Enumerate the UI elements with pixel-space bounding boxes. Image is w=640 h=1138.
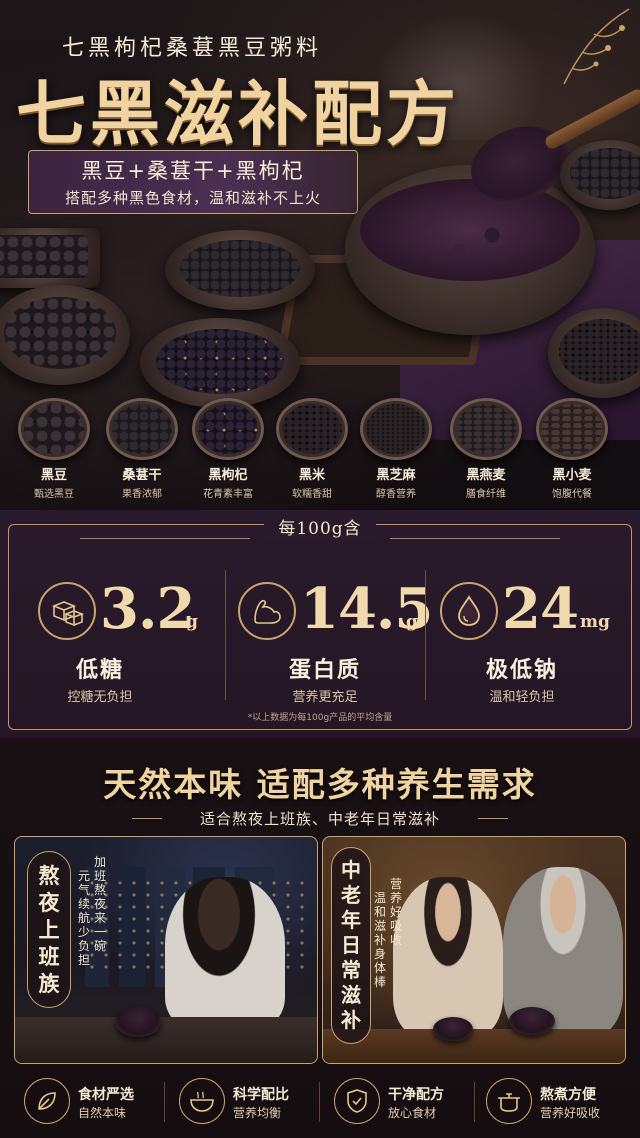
feature-title: 食材严选 [78, 1087, 134, 1103]
pot-icon [486, 1078, 532, 1124]
congee-bowl-small [509, 1007, 555, 1035]
black-bean-icon [18, 398, 90, 460]
black-bean-bowl [0, 285, 130, 385]
ingredient-black-oat: 黑燕麦 膳食纤维 [448, 398, 524, 500]
scene-section: 天然本味 适配多种养生需求 适合熬夜上班族、中老年日常滋补 熬夜上班族 加班熬夜… [0, 738, 640, 1138]
desk [15, 1017, 317, 1063]
feature-ratio: 科学配比 营养均衡 [169, 1072, 319, 1132]
stat-label: 低糖 [75, 657, 124, 683]
scene-title: 天然本味 适配多种养生需求 [103, 765, 537, 804]
office-slogan-col2: 元气续航少负担 [77, 869, 90, 967]
tag-office-worker: 熬夜上班族 [27, 851, 71, 1008]
stat-value: 24 [502, 576, 579, 642]
ingredient-name: 黑芝麻 [376, 468, 416, 483]
bowl-icon [179, 1078, 225, 1124]
stat-sodium: 24 mg 极低钠 温和轻负担 [432, 576, 632, 716]
stat-unit: g [186, 612, 198, 632]
ingredient-black-rice: 黑米 软糯香甜 [274, 398, 350, 500]
main-title: 七黑滋补配方 [16, 72, 460, 155]
ingredient-name: 黑豆 [40, 468, 67, 483]
office-slogan-col1: 加班熬夜来一碗 [93, 855, 106, 953]
elderly-slogan-col1: 营养好吸收 [389, 877, 402, 947]
feature-clean: 干净配方 放心食材 [324, 1072, 474, 1132]
ingredient-black-bean: 黑豆 甄选黑豆 [16, 398, 92, 500]
ingredient-name: 黑燕麦 [466, 468, 506, 483]
feature-sub: 放心食材 [388, 1106, 437, 1120]
congee-bowl [345, 165, 595, 335]
stat-sub: 控糖无负担 [67, 690, 133, 705]
black-sesame-icon [360, 398, 432, 460]
black-rice-icon [276, 398, 348, 460]
nutrition-title: 每100g含 [264, 514, 376, 539]
ingredient-black-goji: 黑枸杞 花青素丰富 [190, 398, 266, 500]
feature-sub: 营养好吸收 [540, 1106, 601, 1120]
ingredient-name: 黑小麦 [552, 468, 592, 483]
feature-divider [319, 1082, 320, 1122]
scene-elderly: 中老年日常滋补 营养好吸收 温和滋补身体棒 [322, 836, 626, 1064]
stat-unit: mg [580, 612, 610, 632]
stat-sub: 营养更充足 [292, 690, 358, 705]
congee-bowl-small [115, 1007, 161, 1037]
ingredient-desc: 花青素丰富 [203, 489, 253, 500]
ingredient-desc: 饱腹代餐 [552, 489, 592, 500]
feature-sub: 自然本味 [78, 1106, 127, 1120]
feature-title: 干净配方 [388, 1087, 444, 1103]
woman-figure [165, 877, 285, 1027]
mulberry-icon [106, 398, 178, 460]
stat-value: 14.5 [300, 576, 433, 642]
feature-title: 熬煮方便 [540, 1087, 596, 1103]
mulberry-bowl [165, 230, 315, 310]
hero-section: 七黑枸杞桑葚黑豆粥料 七黑滋补配方 黑豆+桑葚干+黑枸杞 搭配多种黑色食材，温和… [0, 0, 640, 510]
ingredient-black-wheat: 黑小麦 饱腹代餐 [534, 398, 610, 500]
stat-protein: 14.5 g 蛋白质 营养更充足 [230, 576, 433, 716]
elderly-slogan-col2: 温和滋补身体棒 [373, 891, 386, 989]
ingredient-desc: 软糯香甜 [292, 489, 332, 500]
black-oat-icon [450, 398, 522, 460]
stat-sugar: 3.2 g 低糖 控糖无负担 [30, 576, 230, 716]
stat-label: 蛋白质 [288, 657, 361, 683]
leaf-icon [24, 1078, 70, 1124]
black-goji-icon [192, 398, 264, 460]
black-wheat-icon [536, 398, 608, 460]
feature-divider [474, 1082, 475, 1122]
stat-label: 极低钠 [485, 657, 558, 683]
dining-table [323, 1029, 625, 1063]
ingredient-desc: 醇香营养 [376, 489, 416, 500]
shield-check-icon [334, 1078, 380, 1124]
berry-plate-right [560, 140, 640, 210]
ingredient-name: 黑米 [298, 468, 325, 483]
feature-sub: 营养均衡 [233, 1106, 282, 1120]
feature-ingredients: 食材严选 自然本味 [14, 1072, 164, 1132]
nutrition-note: *以上数据为每100g产品的平均含量 [247, 713, 393, 723]
ingredient-mulberry: 桑葚干 果香浓郁 [104, 398, 180, 500]
tag-elderly: 中老年日常滋补 [331, 847, 371, 1044]
elderly-woman-figure [393, 877, 503, 1037]
feature-easy-cook: 熬煮方便 营养好吸收 [476, 1072, 626, 1132]
ingredient-black-sesame: 黑芝麻 醇香营养 [358, 398, 434, 500]
nutrition-panel: 每100g含 3.2 g 低糖 控糖无负担 14.5 g 蛋白质 营养更充足 2… [0, 510, 640, 738]
gold-branch-decoration [563, 8, 630, 85]
scene-subtitle: 适合熬夜上班族、中老年日常滋补 [199, 810, 440, 828]
stat-value: 3.2 [100, 576, 195, 642]
sugar-cube-icon [38, 582, 96, 640]
ingredient-ribbon: 黑豆+桑葚干+黑枸杞 搭配多种黑色食材，温和滋补不上火 [28, 150, 358, 214]
top-left-bowl [0, 228, 100, 288]
ribbon-tagline: 搭配多种黑色食材，温和滋补不上火 [64, 189, 321, 207]
goji-bowl [140, 318, 300, 408]
scene-office-worker: 熬夜上班族 加班熬夜来一碗 元气续航少负担 [14, 836, 318, 1064]
stat-sub: 温和轻负担 [489, 690, 555, 705]
ingredient-desc: 膳食纤维 [466, 489, 506, 500]
ingredient-desc: 甄选黑豆 [34, 489, 74, 500]
feature-divider [164, 1082, 165, 1122]
ingredient-name: 黑枸杞 [208, 468, 248, 483]
congee-bowl-small [433, 1017, 473, 1041]
muscle-icon [238, 582, 296, 640]
stat-unit: g [406, 612, 418, 632]
feature-title: 科学配比 [233, 1087, 289, 1103]
ribbon-ingredients: 黑豆+桑葚干+黑枸杞 [81, 159, 305, 183]
droplet-icon [440, 582, 498, 640]
feature-bar: 食材严选 自然本味 科学配比 营养均衡 干净配方 放心食材 熬煮方便 营养好吸收 [14, 1072, 626, 1132]
ingredient-name: 桑葚干 [122, 468, 162, 483]
ingredient-desc: 果香浓郁 [122, 489, 162, 500]
